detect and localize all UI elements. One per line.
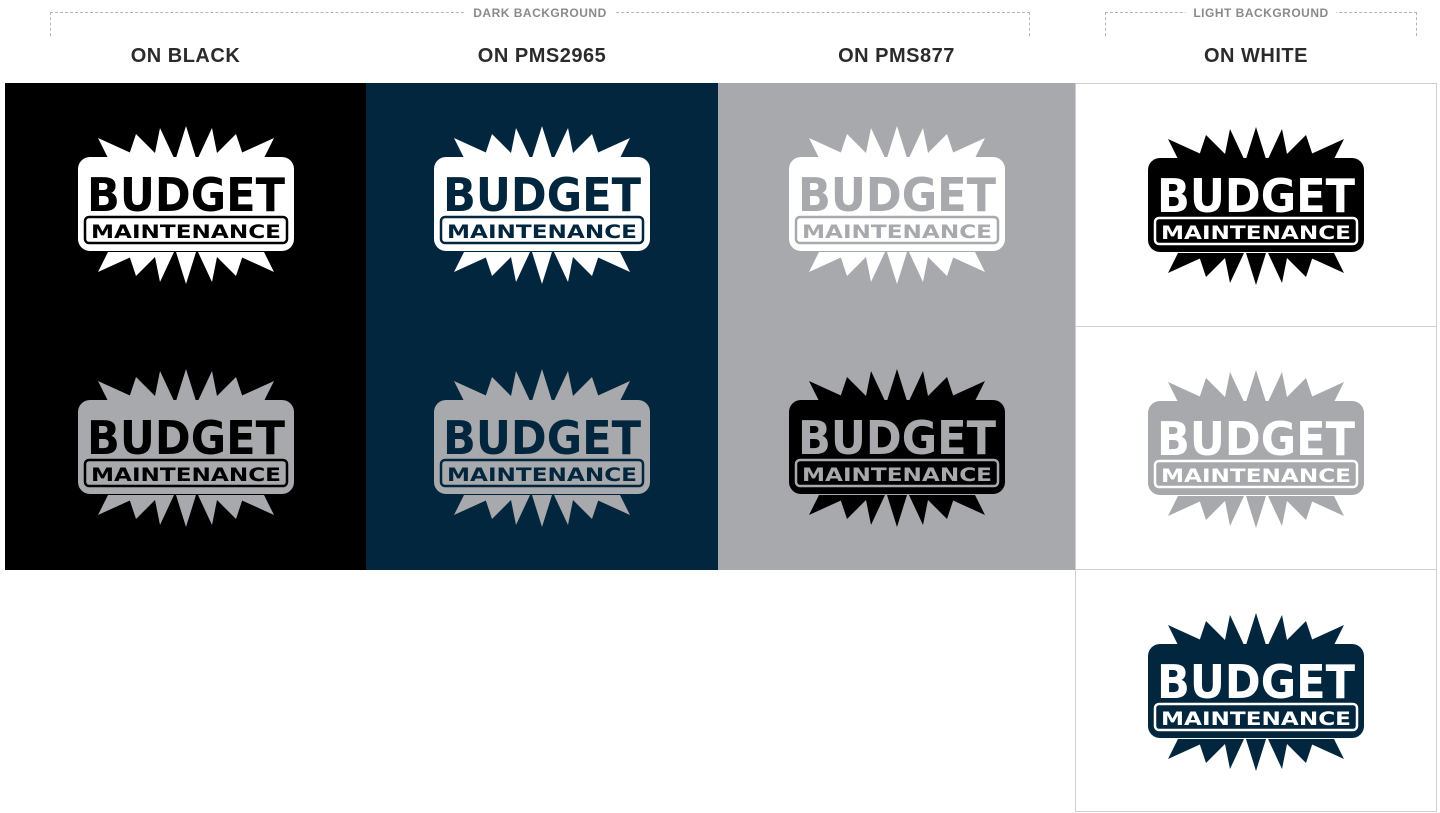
budget-maintenance-logo: BUDGETMAINTENANCE	[77, 125, 294, 284]
budget-maintenance-logo: BUDGETMAINTENANCE	[1148, 126, 1364, 285]
light-background-bracket: LIGHT BACKGROUND	[1105, 6, 1417, 36]
heading-on-white: ON WHITE	[1204, 45, 1308, 67]
logo-text-budget: BUDGET	[443, 168, 642, 222]
logo-text-budget: BUDGET	[1157, 169, 1356, 223]
panel-on-pms877: BUDGET MAINTENANCE BUDGET MAINTENANCE	[718, 83, 1075, 570]
budget-maintenance-logo: BUDGETMAINTENANCE	[77, 368, 294, 527]
logo-text-maintenance: MAINTENANCE	[802, 221, 992, 243]
heading-on-pms2965: ON PMS2965	[477, 45, 607, 67]
logo-tile: BUDGET MAINTENANCE	[718, 83, 1075, 326]
logo-text-budget: BUDGET	[443, 411, 642, 465]
logo-tile: BUDGET MAINTENANCE	[1076, 570, 1436, 813]
budget-maintenance-logo: BUDGETMAINTENANCE	[788, 368, 1005, 527]
panel-on-pms2965: BUDGET MAINTENANCE BUDGET MAINTENANCE	[366, 83, 718, 570]
logo-text-maintenance: MAINTENANCE	[1161, 708, 1351, 730]
logo-tile: BUDGET MAINTENANCE	[718, 326, 1075, 569]
budget-maintenance-logo: BUDGETMAINTENANCE	[1148, 369, 1364, 528]
logo-text-maintenance: MAINTENANCE	[802, 464, 992, 486]
logo-tile: BUDGET MAINTENANCE	[1076, 84, 1436, 327]
logo-text-budget: BUDGET	[798, 411, 997, 465]
logo-text-maintenance: MAINTENANCE	[1161, 222, 1351, 244]
logo-tile: BUDGET MAINTENANCE	[5, 326, 366, 569]
logo-text-budget: BUDGET	[1157, 412, 1356, 466]
logo-text-budget: BUDGET	[1157, 655, 1356, 709]
dark-background-bracket: DARK BACKGROUND	[50, 6, 1030, 36]
logo-text-maintenance: MAINTENANCE	[91, 464, 281, 486]
logo-tile: BUDGET MAINTENANCE	[1076, 327, 1436, 570]
logo-text-budget: BUDGET	[798, 168, 997, 222]
logo-tile: BUDGET MAINTENANCE	[5, 83, 366, 326]
panel-on-black: BUDGET MAINTENANCE BUDGET MAINTENANCE	[5, 83, 366, 570]
heading-on-pms877: ON PMS877	[838, 45, 955, 67]
budget-maintenance-logo: BUDGETMAINTENANCE	[434, 125, 650, 284]
logo-tile: BUDGET MAINTENANCE	[366, 326, 718, 569]
logo-text-maintenance: MAINTENANCE	[447, 464, 637, 486]
light-background-label: LIGHT BACKGROUND	[1185, 6, 1337, 20]
budget-maintenance-logo: BUDGETMAINTENANCE	[788, 125, 1005, 284]
heading-on-black: ON BLACK	[130, 45, 241, 67]
logo-text-maintenance: MAINTENANCE	[91, 221, 281, 243]
budget-maintenance-logo: BUDGETMAINTENANCE	[434, 368, 650, 527]
logo-tile: BUDGET MAINTENANCE	[366, 83, 718, 326]
logo-text-maintenance: MAINTENANCE	[1161, 465, 1351, 487]
dark-background-label: DARK BACKGROUND	[465, 6, 615, 20]
panel-on-white: BUDGET MAINTENANCE BUDGET MAINTENANCE BUDGET…	[1075, 83, 1437, 812]
logo-text-budget: BUDGET	[87, 411, 286, 465]
logo-text-budget: BUDGET	[87, 168, 286, 222]
budget-maintenance-logo: BUDGETMAINTENANCE	[1148, 612, 1364, 771]
logo-text-maintenance: MAINTENANCE	[447, 221, 637, 243]
